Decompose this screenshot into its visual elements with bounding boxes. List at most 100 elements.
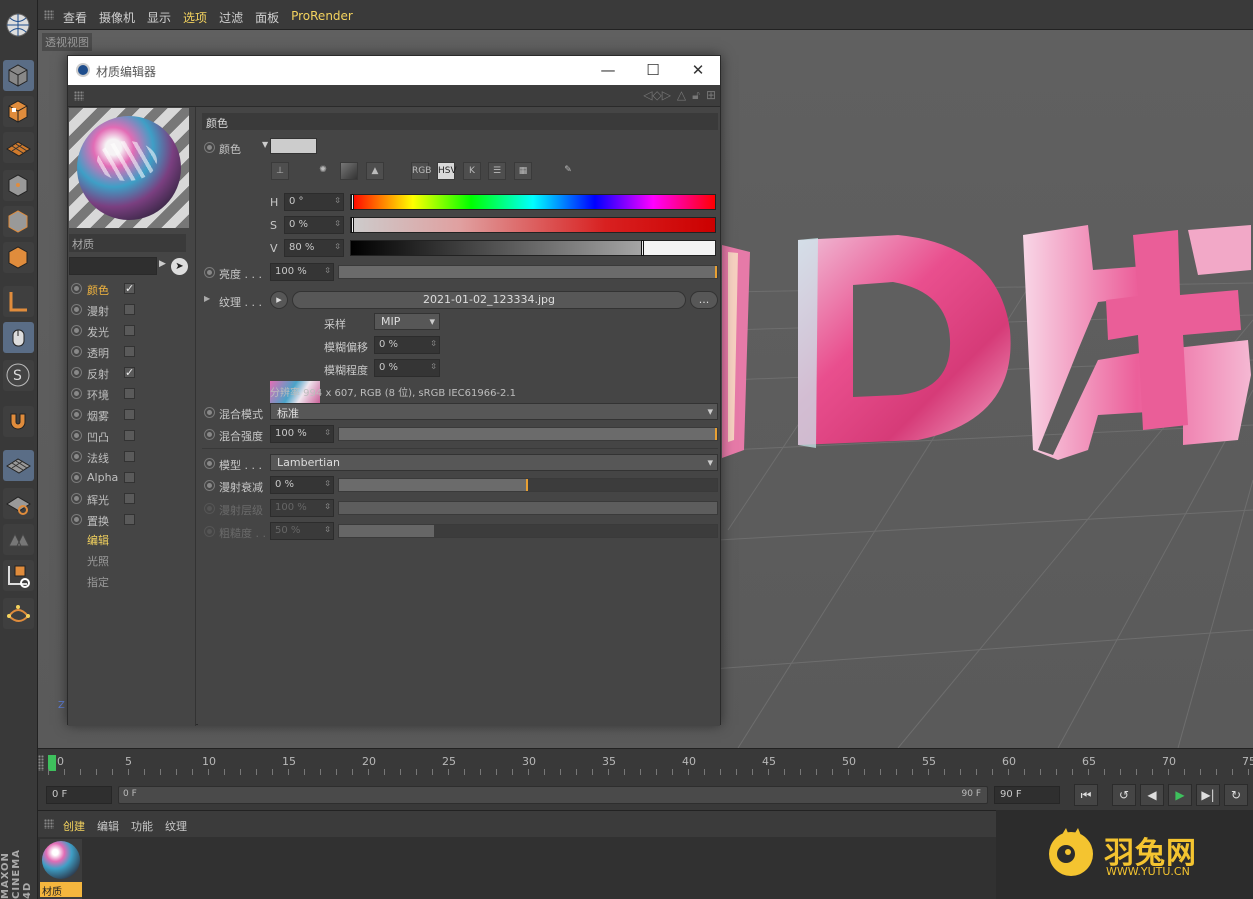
grip-icon[interactable] xyxy=(38,755,44,771)
roughness-slider[interactable] xyxy=(338,524,718,538)
color-swatch[interactable] xyxy=(270,138,317,154)
radio-icon[interactable] xyxy=(71,514,82,525)
channel-alpha[interactable]: Alpha xyxy=(71,468,191,489)
saturation-slider[interactable] xyxy=(350,217,716,233)
saturation-marker[interactable] xyxy=(351,217,354,233)
hue-slider[interactable] xyxy=(350,194,716,210)
radio-icon[interactable] xyxy=(71,409,82,420)
grid-snap-icon[interactable] xyxy=(3,488,34,519)
value-slider[interactable] xyxy=(350,240,716,256)
next-key-icon[interactable]: ↻ xyxy=(1224,784,1248,806)
channel-checkbox[interactable] xyxy=(124,388,135,399)
menu-options[interactable]: 选项 xyxy=(183,9,207,26)
edges-mode-icon[interactable] xyxy=(3,206,34,237)
brightness-slider[interactable] xyxy=(338,265,718,279)
menu-filter[interactable]: 过滤 xyxy=(219,9,243,26)
swatches-icon[interactable]: ▦ xyxy=(514,162,532,180)
roughness-input[interactable]: 50 % xyxy=(270,522,334,540)
play-arrow-icon[interactable]: ▶ xyxy=(159,259,166,269)
material-item[interactable]: 材质 xyxy=(40,839,82,899)
eyedropper-icon[interactable]: ✎ xyxy=(559,162,577,180)
texture-more-button[interactable]: ... xyxy=(690,291,718,309)
gradient-icon[interactable] xyxy=(340,162,358,180)
lock-icon[interactable]: 🔓︎ xyxy=(692,88,700,103)
menu-edit[interactable]: 编辑 xyxy=(97,818,119,834)
grip-icon[interactable] xyxy=(44,10,54,20)
model-mode-icon[interactable] xyxy=(3,60,34,91)
radio-icon[interactable] xyxy=(71,304,82,315)
grip-icon[interactable] xyxy=(44,819,54,829)
expand-arrow-icon[interactable]: ▶ xyxy=(204,294,210,303)
model-dropdown[interactable]: Lambertian xyxy=(270,454,718,471)
blur-scale-input[interactable]: 0 % xyxy=(374,359,440,377)
cursor-pick-icon[interactable]: ➤ xyxy=(171,258,188,275)
radio-icon[interactable] xyxy=(204,429,215,440)
channel-bump[interactable]: 凹凸 xyxy=(71,426,191,447)
blend-mode-dropdown[interactable]: 标准 xyxy=(270,403,718,420)
diffuse-level-input[interactable]: 100 % xyxy=(270,499,334,517)
material-preview[interactable] xyxy=(69,108,189,228)
tab-illumination[interactable]: 光照 xyxy=(87,553,109,569)
channel-fog[interactable]: 烟雾 xyxy=(71,405,191,426)
channel-environment[interactable]: 环境 xyxy=(71,384,191,405)
radio-icon[interactable] xyxy=(71,325,82,336)
menu-display[interactable]: 显示 xyxy=(147,9,171,26)
hue-input[interactable]: 0 ° xyxy=(284,193,344,211)
channel-normal[interactable]: 法线 xyxy=(71,447,191,468)
polygons-mode-icon[interactable] xyxy=(3,242,34,273)
axis-icon[interactable] xyxy=(3,286,34,317)
channel-checkbox[interactable]: ✓ xyxy=(124,367,135,378)
channel-glow[interactable]: 辉光 xyxy=(71,489,191,510)
channel-checkbox[interactable] xyxy=(124,409,135,420)
radio-icon[interactable] xyxy=(204,480,215,491)
spline-points-icon[interactable] xyxy=(3,598,34,629)
radio-icon[interactable] xyxy=(71,493,82,504)
texture-mode-icon[interactable] xyxy=(3,96,34,127)
radio-icon[interactable] xyxy=(71,367,82,378)
blend-strength-input[interactable]: 100 % xyxy=(270,425,334,443)
color-wheel-icon[interactable]: ✺ xyxy=(314,162,332,180)
menu-panel[interactable]: 面板 xyxy=(255,9,279,26)
channel-reflectance[interactable]: 反射 ✓ xyxy=(71,363,191,384)
menu-texture[interactable]: 纹理 xyxy=(165,818,187,834)
radio-icon[interactable] xyxy=(204,267,215,278)
end-frame-field[interactable]: 90 F xyxy=(994,786,1060,804)
next-frame-icon[interactable]: ▶| xyxy=(1196,784,1220,806)
value-marker[interactable] xyxy=(641,240,645,256)
channel-checkbox[interactable] xyxy=(124,346,135,357)
mirror-icon[interactable] xyxy=(3,524,34,555)
close-button[interactable]: ✕ xyxy=(678,59,718,81)
radio-icon[interactable] xyxy=(204,407,215,418)
frame-range-slider[interactable]: 0 F 90 F xyxy=(118,786,988,804)
channel-checkbox[interactable] xyxy=(124,514,135,525)
mixer-icon[interactable]: ☰ xyxy=(488,162,506,180)
menu-view[interactable]: 查看 xyxy=(63,9,87,26)
channel-search-input[interactable] xyxy=(69,257,157,275)
current-frame-field[interactable]: 0 F xyxy=(46,786,112,804)
channel-displacement[interactable]: 置换 xyxy=(71,510,191,531)
diffuse-falloff-input[interactable]: 0 % xyxy=(270,476,334,494)
blend-strength-slider[interactable] xyxy=(338,427,718,441)
workplane-icon[interactable] xyxy=(3,132,34,163)
blur-offset-input[interactable]: 0 % xyxy=(374,336,440,354)
maximize-button[interactable]: ☐ xyxy=(633,59,673,81)
radio-icon[interactable] xyxy=(204,503,215,514)
channel-checkbox[interactable] xyxy=(124,493,135,504)
grip-icon[interactable] xyxy=(74,91,84,101)
channel-checkbox[interactable] xyxy=(124,304,135,315)
radio-icon[interactable] xyxy=(204,458,215,469)
texture-arrow-button[interactable]: ▸ xyxy=(270,291,288,309)
channel-checkbox[interactable] xyxy=(124,430,135,441)
tab-editor[interactable]: 编辑 xyxy=(87,532,109,548)
radio-icon[interactable] xyxy=(71,346,82,357)
texture-file-button[interactable]: 2021-01-02_123334.jpg xyxy=(292,291,686,309)
hue-marker[interactable] xyxy=(351,194,354,210)
hsv-button[interactable]: HSV xyxy=(437,162,457,180)
magnet-icon[interactable] xyxy=(3,406,34,437)
channel-checkbox[interactable] xyxy=(124,472,135,483)
radio-icon[interactable] xyxy=(204,526,215,537)
minimize-button[interactable]: — xyxy=(588,59,628,81)
radio-icon[interactable] xyxy=(71,388,82,399)
grid-lock-icon[interactable] xyxy=(3,450,34,481)
channel-luminance[interactable]: 发光 xyxy=(71,321,191,342)
